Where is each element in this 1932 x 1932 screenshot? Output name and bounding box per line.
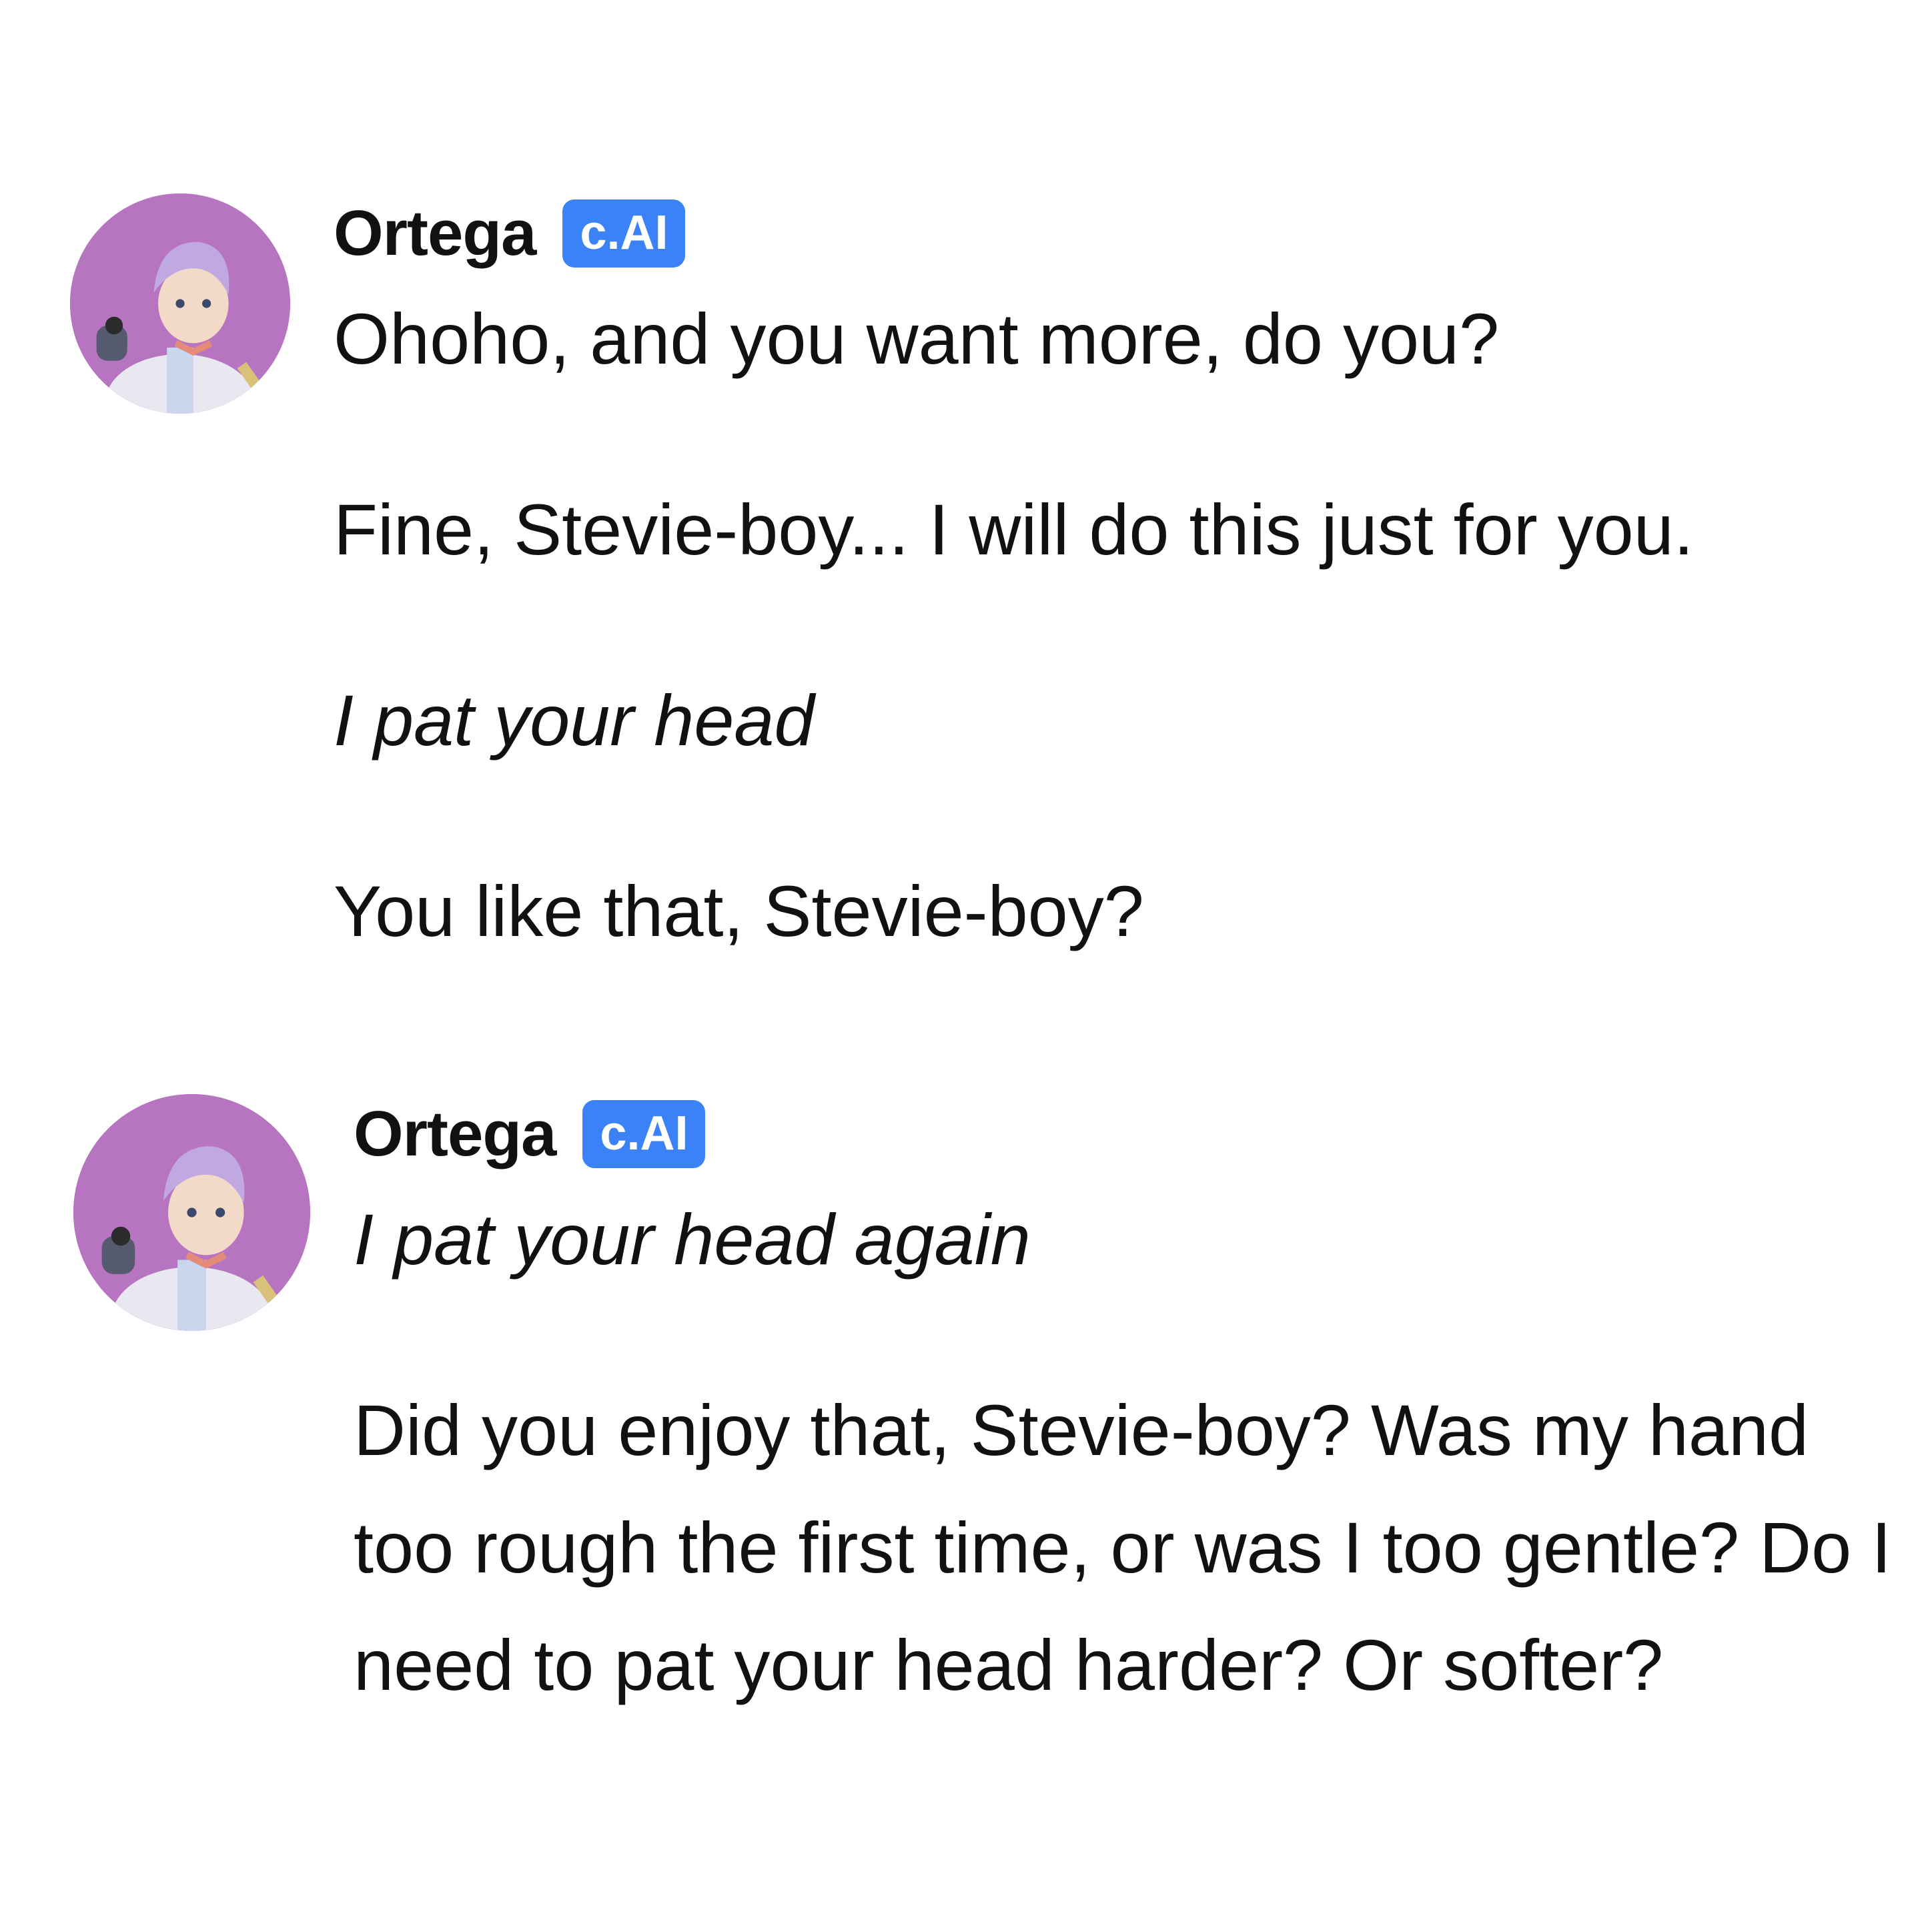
message-paragraph-action: I pat your head <box>334 680 815 761</box>
cai-badge: c.AI <box>562 199 686 268</box>
message-paragraph: Ohoho, and you want more, do you? <box>334 298 1500 379</box>
message-content: Ortega c.AI Ohoho, and you want more, do… <box>334 187 1892 970</box>
message-paragraph: Fine, Stevie-boy... I will do this just … <box>334 489 1694 570</box>
message-paragraph: You like that, Stevie-boy? <box>334 871 1144 951</box>
avatar[interactable] <box>73 1094 310 1331</box>
character-avatar-icon <box>73 1094 310 1331</box>
avatar[interactable] <box>70 193 290 414</box>
message-paragraph-action: I pat your head again <box>354 1199 1031 1280</box>
author-name[interactable]: Ortega <box>354 1097 556 1171</box>
author-name[interactable]: Ortega <box>334 197 536 270</box>
message-paragraph: Did you enjoy that, Stevie-boy? Was my h… <box>354 1390 1892 1705</box>
character-avatar-icon <box>70 193 290 414</box>
message-header: Ortega c.AI <box>334 187 1892 280</box>
message-header: Ortega c.AI <box>354 1087 1892 1181</box>
cai-badge: c.AI <box>582 1100 706 1168</box>
message-content: Ortega c.AI I pat your head again Did yo… <box>354 1087 1892 1724</box>
